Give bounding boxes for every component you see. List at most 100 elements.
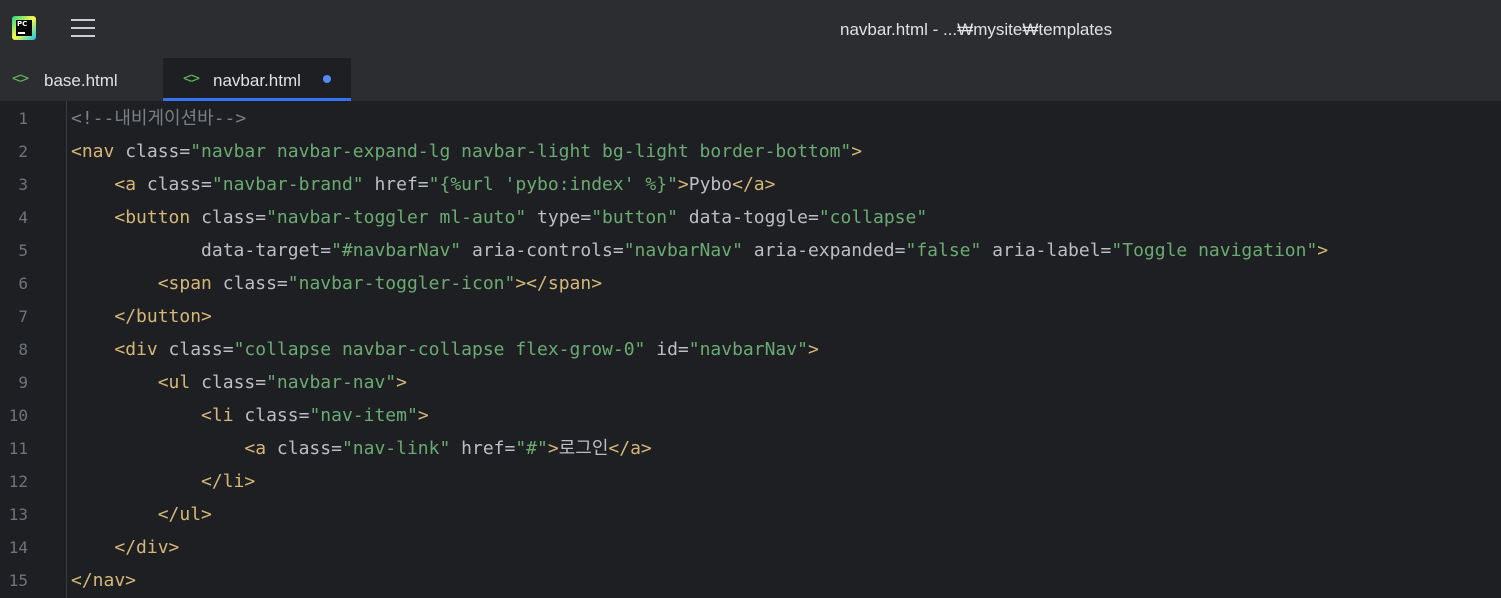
code-token-attr: href= — [450, 438, 516, 459]
modified-dot-icon — [323, 75, 331, 83]
line-number: 9 — [18, 373, 28, 392]
code-token-tag: > — [547, 438, 559, 459]
code-line[interactable]: </nav> — [71, 564, 136, 597]
code-token-attr: class= — [276, 438, 342, 459]
code-token-value: "#navbarNav" — [331, 240, 462, 261]
code-token-attr: type= — [526, 207, 592, 228]
logo-bar — [18, 32, 25, 34]
code-token-tag: <a — [114, 174, 147, 195]
code-token-attr: data-target= — [201, 240, 332, 261]
code-token-attr: data-toggle= — [677, 207, 819, 228]
code-line[interactable]: <a class="nav-link" href="#">로그인</a> — [71, 432, 652, 465]
code-token-value: "false" — [905, 240, 982, 261]
code-token-value: "navbarNav" — [688, 339, 808, 360]
line-number: 15 — [8, 571, 28, 590]
code-token-tag: > — [677, 174, 689, 195]
code-editor[interactable]: 1 2 3 4 5 6 7 8 9 10 11 12 13 14 15 <!--내비게이션바--> <nav … — [0, 101, 1501, 598]
code-token-value: "button" — [591, 207, 678, 228]
tab-navbar-html[interactable]: <> navbar.html — [163, 58, 351, 101]
code-token-tag: > — [1317, 240, 1329, 261]
line-number: 1 — [18, 109, 28, 128]
code-line[interactable]: <nav class="navbar navbar-expand-lg navb… — [71, 135, 862, 168]
code-token-attr: class= — [125, 141, 191, 162]
code-token-value: "navbar-brand" — [211, 174, 364, 195]
code-token-attr: class= — [222, 273, 288, 294]
code-token-tag: > — [417, 405, 429, 426]
code-token-tag: <span — [157, 273, 223, 294]
code-token-comment: <!--내비게이션바--> — [71, 108, 247, 129]
code-token-tag: <nav — [71, 141, 126, 162]
code-token-value: "navbar navbar-expand-lg navbar-light bg… — [190, 141, 852, 162]
title-bar: PC navbar.html - ...₩mysite₩templates — [0, 0, 1501, 58]
menu-bar-top — [71, 19, 95, 21]
code-token-tag: <ul — [157, 372, 202, 393]
code-token-tag: > — [396, 372, 407, 393]
code-line[interactable]: </div> — [71, 531, 179, 564]
code-token-attr: class= — [244, 405, 310, 426]
code-token-attr: class= — [168, 339, 234, 360]
line-number: 3 — [18, 175, 28, 194]
code-line[interactable]: data-target="#navbarNav" aria-controls="… — [71, 234, 1328, 267]
code-token-tag: </li> — [201, 471, 256, 492]
menu-bar-middle — [71, 27, 95, 29]
pycharm-logo-icon[interactable]: PC — [12, 16, 36, 40]
line-number: 10 — [8, 406, 28, 425]
code-token-tag: </nav> — [71, 570, 137, 591]
code-token-attr: class= — [201, 372, 267, 393]
code-token-tag: </ul> — [157, 504, 212, 525]
line-number: 8 — [18, 340, 28, 359]
line-number: 5 — [18, 241, 28, 260]
code-token-tag: > — [851, 141, 863, 162]
code-line[interactable]: <div class="collapse navbar-collapse fle… — [71, 333, 818, 366]
code-line[interactable]: <span class="navbar-toggler-icon"></span… — [71, 267, 602, 300]
line-number-gutter: 1 2 3 4 5 6 7 8 9 10 11 12 13 14 15 — [0, 101, 66, 598]
line-number: 7 — [18, 307, 28, 326]
code-token-attr: aria-expanded= — [742, 240, 906, 261]
line-number: 4 — [18, 208, 28, 227]
code-line[interactable]: </button> — [71, 300, 212, 333]
line-number: 14 — [8, 538, 28, 557]
code-token-attr: aria-label= — [981, 240, 1112, 261]
code-line[interactable]: <li class="nav-item"> — [71, 399, 429, 432]
line-number: 6 — [18, 274, 28, 293]
code-token-value: "navbar-toggler ml-auto" — [266, 207, 527, 228]
code-token-value: "nav-item" — [309, 405, 418, 426]
tab-base-html[interactable]: <> base.html — [0, 58, 162, 101]
hamburger-menu-icon[interactable] — [71, 17, 95, 39]
code-token-tag: ></span> — [515, 273, 603, 294]
code-line[interactable]: <button class="navbar-toggler ml-auto" t… — [71, 201, 927, 234]
code-line[interactable]: <ul class="navbar-nav"> — [71, 366, 407, 399]
code-token-value: "nav-link" — [341, 438, 451, 459]
code-line[interactable]: <a class="navbar-brand" href="{%url 'pyb… — [71, 168, 775, 201]
line-number: 12 — [8, 472, 28, 491]
code-line[interactable]: </ul> — [71, 498, 212, 531]
code-token-value: "{%url 'pybo:index' %}" — [428, 174, 678, 195]
code-token-tag: </div> — [114, 537, 180, 558]
code-line[interactable]: </li> — [71, 465, 255, 498]
html-file-icon: <> — [12, 69, 29, 87]
code-token-attr: href= — [363, 174, 429, 195]
code-token-attr: class= — [146, 174, 212, 195]
line-number: 11 — [8, 439, 28, 458]
code-token-value: "navbarNav" — [623, 240, 743, 261]
code-token-tag: </button> — [114, 306, 212, 327]
code-token-attr: aria-controls= — [461, 240, 624, 261]
logo-text: PC — [17, 20, 28, 28]
menu-bar-bottom — [71, 35, 95, 37]
code-token-attr: class= — [201, 207, 267, 228]
code-token-tag: </a> — [608, 438, 652, 459]
code-token-value: "navbar-nav" — [266, 372, 397, 393]
code-token-value: "navbar-toggler-icon" — [287, 273, 516, 294]
code-line[interactable]: <!--내비게이션바--> — [71, 102, 246, 135]
code-token-value: "Toggle navigation" — [1111, 240, 1318, 261]
editor-tab-bar: <> base.html <> navbar.html — [0, 58, 1501, 101]
